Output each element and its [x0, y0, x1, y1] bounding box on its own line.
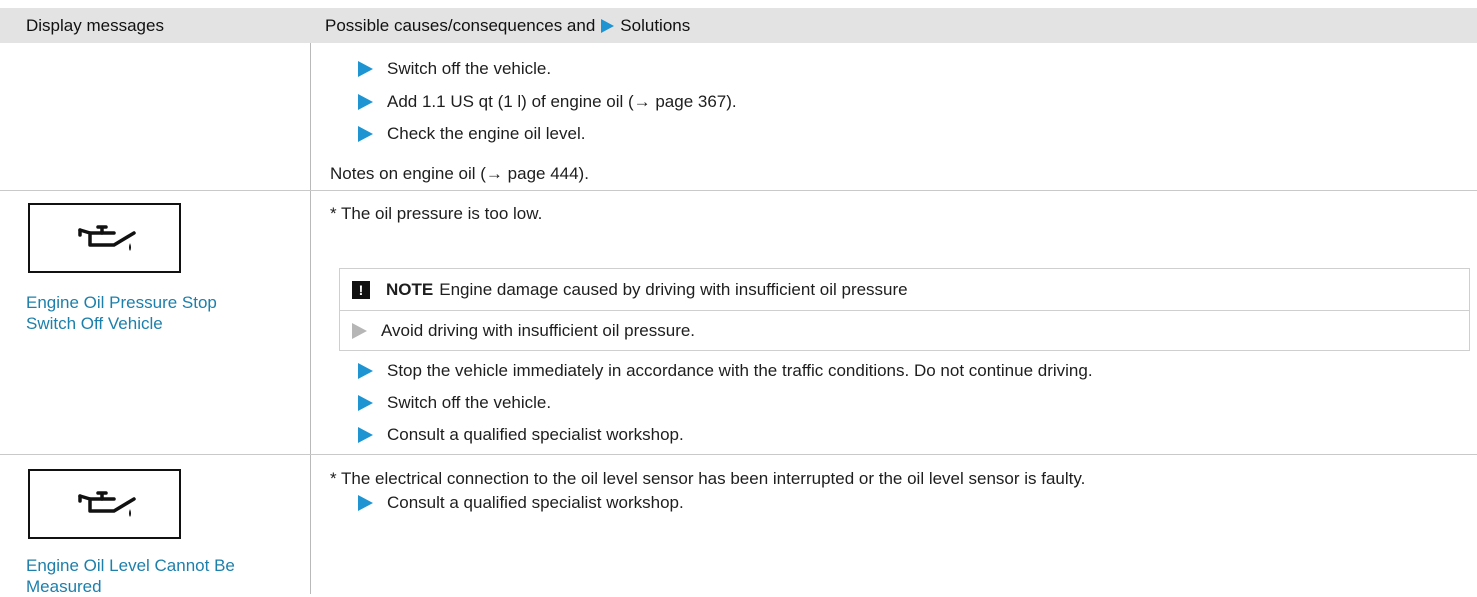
- engine-oil-notes-link[interactable]: Notes on engine oil (→ page 444).: [330, 164, 589, 184]
- cause-text: * The oil pressure is too low.: [330, 204, 543, 223]
- oil-can-icon: [78, 491, 136, 517]
- step-text: Consult a qualified specialist workshop.: [387, 493, 684, 512]
- notice-text: Engine damage caused by driving with ins…: [439, 280, 908, 299]
- solution-step: Consult a qualified specialist workshop.: [358, 493, 684, 513]
- oil-pressure-warning-icon-box: [28, 203, 181, 273]
- notice-step-text: Avoid driving with insufficient oil pres…: [381, 321, 696, 340]
- step-text: Consult a qualified specialist workshop.: [387, 425, 684, 444]
- header-causes-label: Possible causes/consequences and: [325, 16, 596, 35]
- notice-step: Avoid driving with insufficient oil pres…: [352, 321, 695, 341]
- step-arrow-icon: [358, 427, 373, 443]
- message-title: Switch Off Vehicle: [26, 314, 163, 333]
- message-title: Engine Oil Level Cannot Be: [26, 556, 235, 575]
- solution-step: Switch off the vehicle.: [358, 59, 551, 79]
- step-text: Switch off the vehicle.: [387, 59, 552, 78]
- column-divider: [310, 43, 311, 594]
- row-separator: [0, 190, 1477, 191]
- header-causes-solutions: Possible causes/consequences and Solutio…: [325, 8, 690, 43]
- step-arrow-icon: [358, 395, 373, 411]
- step-text: Add 1.1 US qt (1 l) of engine oil (→ pag…: [387, 92, 737, 111]
- step-arrow-icon: [358, 363, 373, 379]
- display-messages-table: Display messages Possible causes/consequ…: [0, 0, 1477, 596]
- solution-step: Stop the vehicle immediately in accordan…: [358, 361, 1093, 381]
- header-solutions-label: Solutions: [620, 16, 691, 35]
- notice-label: NOTE: [386, 280, 434, 299]
- step-arrow-icon: [352, 323, 367, 339]
- message-title: Engine Oil Pressure Stop: [26, 293, 217, 312]
- notice-header: ! NOTE Engine damage caused by driving w…: [352, 280, 908, 300]
- exclamation-icon: !: [352, 281, 370, 299]
- step-arrow-icon: [358, 61, 373, 77]
- step-arrow-icon: [358, 495, 373, 511]
- step-text: Stop the vehicle immediately in accordan…: [387, 361, 1093, 380]
- step-text: Check the engine oil level.: [387, 124, 586, 143]
- step-text: Switch off the vehicle.: [387, 393, 552, 412]
- notice-divider: [340, 310, 1469, 311]
- solution-step: Add 1.1 US qt (1 l) of engine oil (→ pag…: [358, 92, 737, 112]
- solution-step: Switch off the vehicle.: [358, 393, 551, 413]
- step-arrow-icon: [358, 126, 373, 142]
- solution-step: Consult a qualified specialist workshop.: [358, 425, 684, 445]
- cause-text: * The electrical connection to the oil l…: [330, 469, 1086, 488]
- step-arrow-icon: [358, 94, 373, 110]
- notice-box: ! NOTE Engine damage caused by driving w…: [339, 268, 1470, 351]
- header-display-messages: Display messages: [26, 16, 164, 35]
- oil-can-icon: [78, 225, 136, 251]
- table-header: Display messages Possible causes/consequ…: [0, 8, 1477, 43]
- solution-step: Check the engine oil level.: [358, 124, 585, 144]
- solution-arrow-icon: [601, 18, 615, 33]
- row-separator: [0, 454, 1477, 455]
- oil-level-warning-icon-box: [28, 469, 181, 539]
